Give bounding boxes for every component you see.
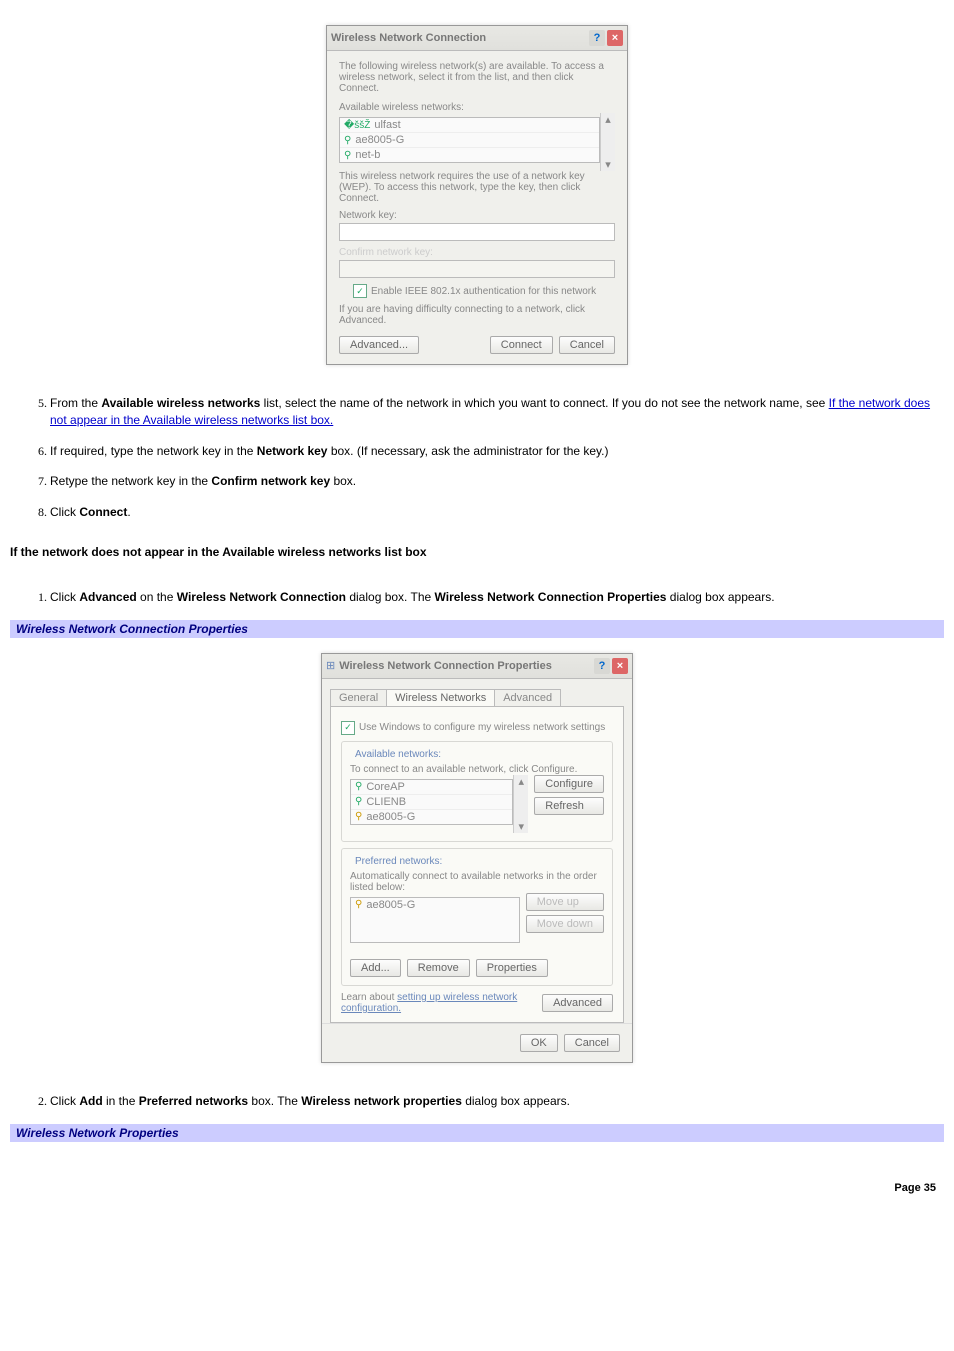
- cancel-button[interactable]: Cancel: [559, 336, 615, 354]
- available-networks-fieldset: Available networks: To connect to an ava…: [341, 741, 613, 842]
- tab-general[interactable]: General: [330, 689, 387, 706]
- available-networks-listbox[interactable]: ⚲CoreAP ⚲CLIENB ⚲ae8005-G: [350, 779, 513, 825]
- subheading: If the network does not appear in the Av…: [10, 545, 944, 559]
- close-icon[interactable]: ×: [612, 658, 628, 674]
- app-icon: ⊞: [326, 659, 335, 672]
- step-5: From the Available wireless networks lis…: [50, 395, 944, 429]
- signal-icon: ⚲: [355, 899, 362, 910]
- enable-8021x-checkbox[interactable]: ✓: [353, 284, 367, 298]
- preferred-networks-listbox[interactable]: ⚲ae8005-G: [350, 897, 520, 943]
- step-8: Click Connect.: [50, 504, 944, 521]
- ok-button[interactable]: OK: [520, 1034, 558, 1052]
- list-item[interactable]: ⚲ae8005-G: [351, 810, 512, 824]
- signal-icon: ⚲: [355, 781, 362, 792]
- help-icon[interactable]: ?: [589, 30, 605, 46]
- chevron-down-icon[interactable]: ▾: [519, 820, 525, 833]
- available-desc: To connect to an available network, clic…: [350, 764, 604, 775]
- enable-8021x-label: Enable IEEE 802.1x authentication for th…: [371, 286, 596, 297]
- instruction-list-c: Click Add in the Preferred networks box.…: [10, 1093, 944, 1110]
- list-item[interactable]: �ššŽulfast: [340, 118, 599, 133]
- dialog1-titlebar: Wireless Network Connection ? ×: [327, 26, 627, 51]
- dialog2-title: Wireless Network Connection Properties: [339, 660, 592, 672]
- signal-icon: ⚲: [344, 150, 351, 161]
- section-band-1: Wireless Network Connection Properties: [10, 620, 944, 638]
- preferred-networks-fieldset: Preferred networks: Automatically connec…: [341, 848, 613, 986]
- network-key-input[interactable]: [339, 223, 615, 241]
- preferred-legend: Preferred networks:: [352, 856, 445, 867]
- signal-icon: �ššŽ: [344, 120, 370, 131]
- refresh-button[interactable]: Refresh: [534, 797, 604, 815]
- signal-icon: ⚲: [344, 135, 351, 146]
- confirm-key-label: Confirm network key:: [339, 247, 615, 258]
- advanced2-button[interactable]: Advanced: [542, 994, 613, 1012]
- step-b1: Click Advanced on the Wireless Network C…: [50, 589, 944, 606]
- tab-wireless-networks[interactable]: Wireless Networks: [386, 689, 495, 706]
- configure-button[interactable]: Configure: [534, 775, 604, 793]
- list-item[interactable]: ⚲net-b: [340, 148, 599, 162]
- chevron-down-icon[interactable]: ▾: [605, 158, 611, 171]
- page-number: Page 35: [10, 1182, 944, 1194]
- available-networks-list[interactable]: �ššŽulfast ⚲ae8005-G ⚲net-b: [339, 117, 600, 163]
- scrollbar[interactable]: ▴▾: [513, 775, 528, 833]
- list-item[interactable]: ⚲CoreAP: [351, 780, 512, 795]
- list-item[interactable]: ⚲CLIENB: [351, 795, 512, 810]
- signal-icon: ⚲: [355, 796, 362, 807]
- cancel2-button[interactable]: Cancel: [564, 1034, 620, 1052]
- wireless-properties-dialog: ⊞ Wireless Network Connection Properties…: [321, 653, 633, 1063]
- instruction-list-a: From the Available wireless networks lis…: [10, 395, 944, 521]
- connect-button[interactable]: Connect: [490, 336, 553, 354]
- properties-button[interactable]: Properties: [476, 959, 548, 977]
- step-7: Retype the network key in the Confirm ne…: [50, 473, 944, 490]
- chevron-up-icon[interactable]: ▴: [519, 775, 525, 788]
- move-down-button: Move down: [526, 915, 604, 933]
- step-b2: Click Add in the Preferred networks box.…: [50, 1093, 944, 1110]
- list-item[interactable]: ⚲ae8005-G: [340, 133, 599, 148]
- help-icon[interactable]: ?: [594, 658, 610, 674]
- list-item[interactable]: ⚲ae8005-G: [351, 898, 519, 912]
- use-windows-label: Use Windows to configure my wireless net…: [359, 722, 605, 733]
- wireless-connection-dialog: Wireless Network Connection ? × The foll…: [326, 25, 628, 365]
- advanced-button[interactable]: Advanced...: [339, 336, 419, 354]
- move-up-button: Move up: [526, 893, 604, 911]
- remove-button[interactable]: Remove: [407, 959, 470, 977]
- signal-icon: ⚲: [355, 811, 362, 822]
- tab-strip: General Wireless Networks Advanced: [330, 689, 624, 706]
- tab-advanced[interactable]: Advanced: [494, 689, 561, 706]
- wep-note: This wireless network requires the use o…: [339, 171, 615, 204]
- section-band-2: Wireless Network Properties: [10, 1124, 944, 1142]
- network-key-label: Network key:: [339, 210, 615, 221]
- add-button[interactable]: Add...: [350, 959, 401, 977]
- available-networks-label: Available wireless networks:: [339, 102, 615, 113]
- dialog1-intro: The following wireless network(s) are av…: [339, 61, 615, 94]
- learn-about: Learn about setting up wireless network …: [341, 992, 542, 1014]
- step-6: If required, type the network key in the…: [50, 443, 944, 460]
- scrollbar[interactable]: ▴▾: [600, 113, 615, 171]
- chevron-up-icon[interactable]: ▴: [605, 113, 611, 126]
- use-windows-checkbox[interactable]: ✓: [341, 721, 355, 735]
- confirm-key-input: [339, 260, 615, 278]
- close-icon[interactable]: ×: [607, 30, 623, 46]
- difficulty-note: If you are having difficulty connecting …: [339, 304, 615, 326]
- instruction-list-b: Click Advanced on the Wireless Network C…: [10, 589, 944, 606]
- dialog1-title: Wireless Network Connection: [331, 32, 587, 44]
- dialog2-titlebar: ⊞ Wireless Network Connection Properties…: [322, 654, 632, 679]
- available-legend: Available networks:: [352, 749, 444, 760]
- preferred-desc: Automatically connect to available netwo…: [350, 871, 604, 893]
